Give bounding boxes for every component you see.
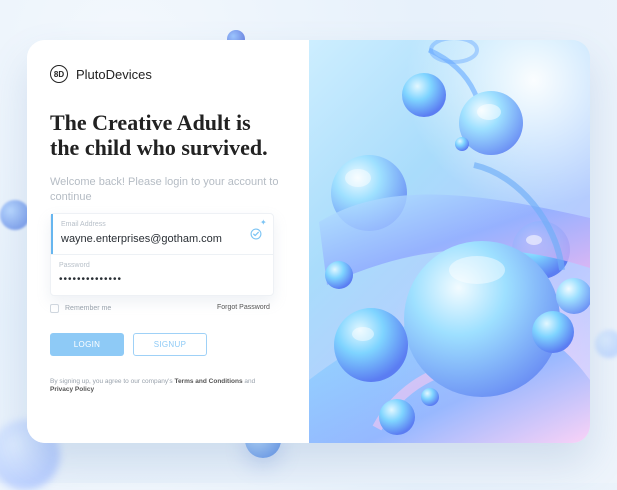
credentials-form: Email Address wayne.enterprises@gotham.c… bbox=[50, 213, 274, 296]
hero-illustration bbox=[309, 40, 590, 443]
verified-icon bbox=[250, 228, 262, 240]
password-label: Password bbox=[59, 262, 90, 269]
password-field[interactable]: Password •••••••••••••• bbox=[51, 255, 273, 295]
terms-link[interactable]: Terms and Conditions bbox=[174, 378, 242, 385]
forgot-password-link[interactable]: Forgot Password bbox=[217, 304, 270, 311]
email-label: Email Address bbox=[61, 221, 106, 228]
brand-logo-icon: 8D bbox=[50, 65, 68, 83]
sparkle-icon: ✦ bbox=[260, 218, 267, 227]
signup-button[interactable]: SIGNUP bbox=[133, 333, 207, 356]
remember-checkbox[interactable] bbox=[50, 304, 59, 313]
email-value[interactable]: wayne.enterprises@gotham.com bbox=[61, 233, 222, 245]
decorative-bubble bbox=[0, 200, 30, 230]
hero-art-panel bbox=[309, 40, 590, 443]
privacy-link[interactable]: Privacy Policy bbox=[50, 386, 94, 393]
decorative-bubble bbox=[595, 330, 617, 358]
remember-me[interactable]: Remember me bbox=[50, 304, 111, 313]
terms-middle: and bbox=[242, 378, 256, 385]
brand-name: PlutoDevices bbox=[76, 66, 152, 82]
terms-prefix: By signing up, you agree to our company'… bbox=[50, 378, 175, 385]
headline-line-2: the child who survived. bbox=[50, 135, 268, 160]
email-field[interactable]: Email Address wayne.enterprises@gotham.c… bbox=[51, 214, 273, 254]
login-button[interactable]: LOGIN bbox=[50, 333, 124, 356]
terms-text: By signing up, you agree to our company'… bbox=[50, 378, 275, 394]
login-card: 8D PlutoDevices The Creative Adult is th… bbox=[27, 40, 590, 443]
intro-text: Welcome back! Please login to your accou… bbox=[50, 176, 279, 203]
remember-label: Remember me bbox=[65, 305, 112, 312]
password-value[interactable]: •••••••••••••• bbox=[59, 274, 122, 285]
login-panel: 8D PlutoDevices The Creative Adult is th… bbox=[27, 40, 309, 443]
page-title: The Creative Adult is the child who surv… bbox=[50, 110, 288, 160]
brand-logo: 8D PlutoDevices bbox=[50, 65, 152, 83]
headline-line-1: The Creative Adult is bbox=[50, 110, 251, 135]
